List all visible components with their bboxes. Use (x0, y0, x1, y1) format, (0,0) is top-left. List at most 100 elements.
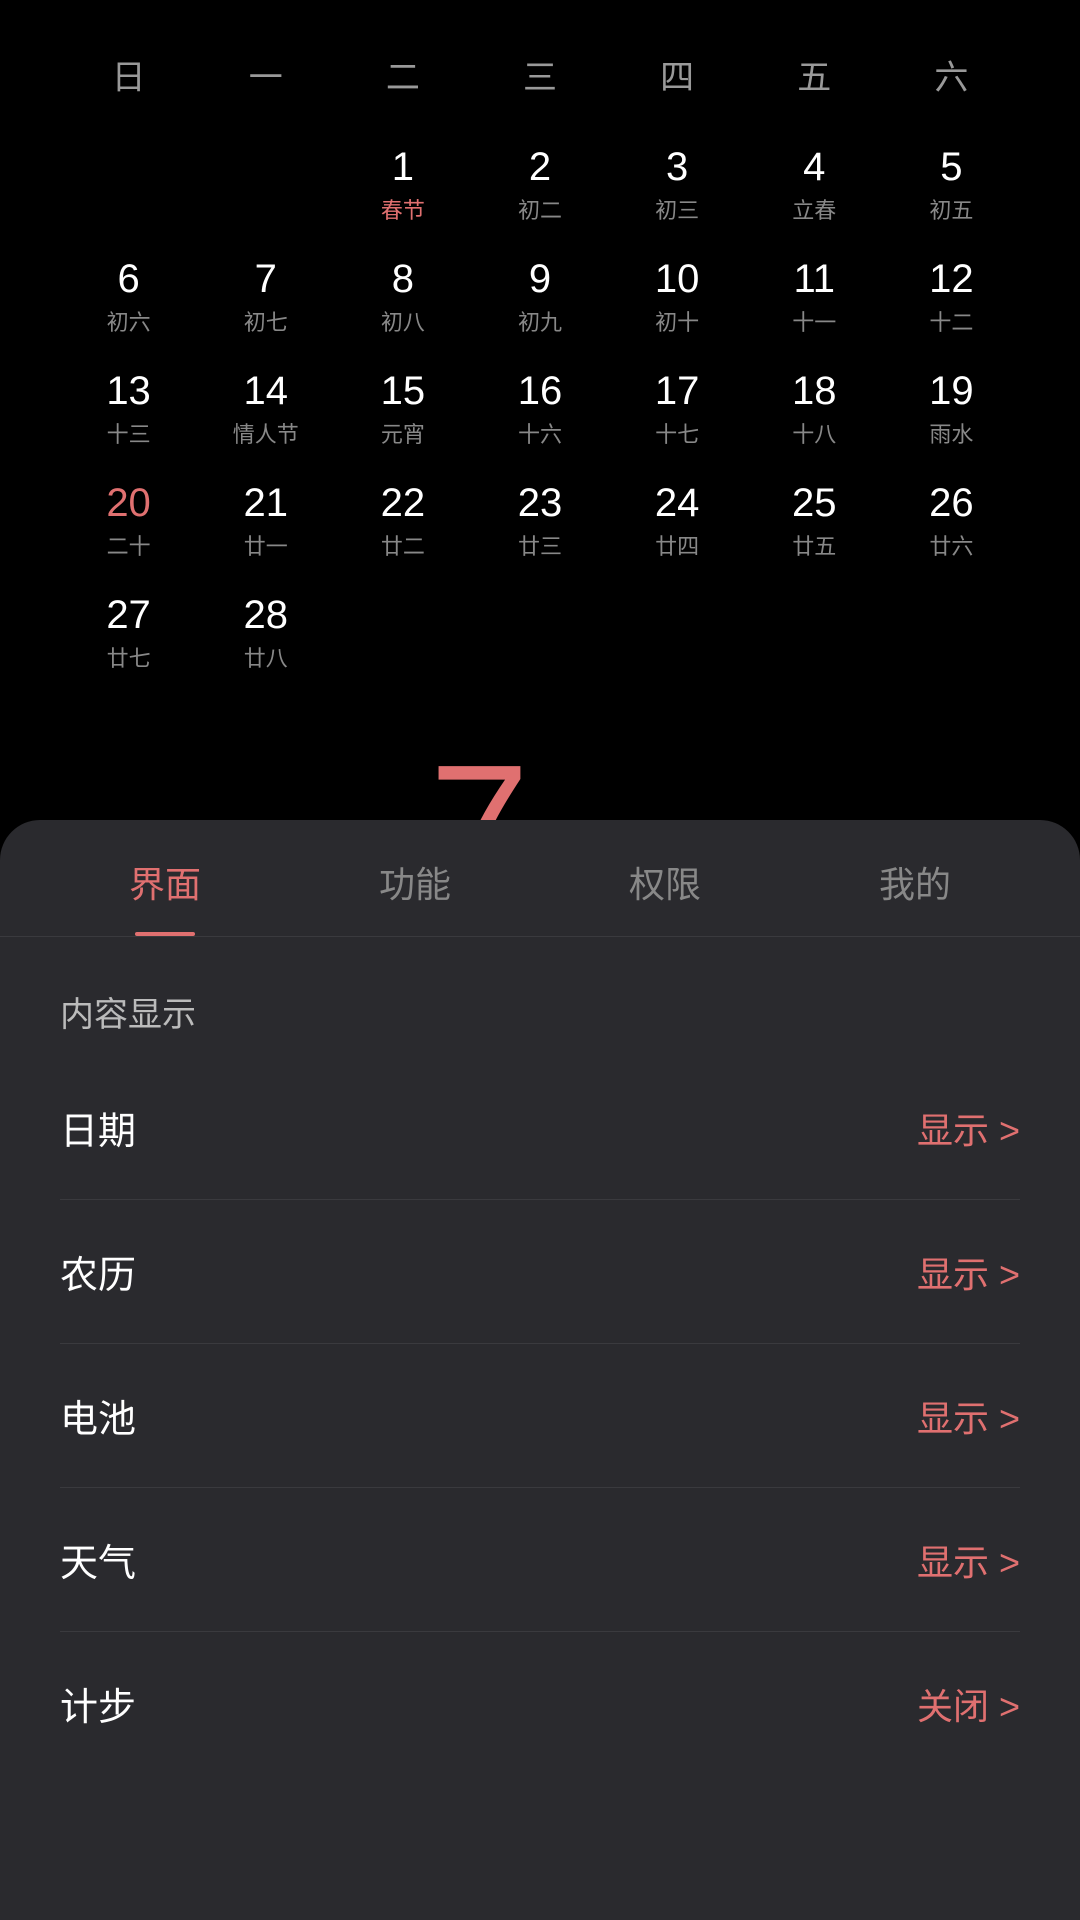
lunar-label: 十二 (929, 305, 973, 337)
lunar-label: 立春 (792, 193, 836, 225)
day-number: 15 (381, 369, 426, 413)
day-number: 5 (940, 145, 962, 189)
calendar-cell[interactable]: 25廿五 (746, 465, 883, 577)
calendar-header: 日一二三四五六 (60, 40, 1020, 109)
lunar-label: 廿四 (655, 529, 699, 561)
calendar-cell[interactable]: 1 春节 (334, 129, 471, 241)
day-number: 20 (106, 481, 151, 525)
day-number: 28 (243, 593, 288, 637)
calendar-cell[interactable]: 22廿二 (334, 465, 471, 577)
lunar-label: 情人节 (233, 417, 299, 449)
calendar-cell[interactable]: 18 十八 (746, 353, 883, 465)
calendar-header-cell: 六 (883, 40, 1020, 109)
settings-item-value[interactable]: 显示 > (917, 1390, 1020, 1442)
day-number: 6 (117, 257, 139, 301)
settings-item-label: 日期 (60, 1100, 136, 1155)
settings-item[interactable]: 农历 显示 > (60, 1200, 1020, 1344)
day-number: 1 (392, 145, 414, 189)
settings-item-value[interactable]: 显示 > (917, 1246, 1020, 1298)
lunar-label: 二十 (107, 529, 151, 561)
lunar-label: 初五 (929, 193, 973, 225)
calendar-cell[interactable]: 7初七 (197, 241, 334, 353)
calendar-cell[interactable]: 20 二十 (60, 465, 197, 577)
day-number: 25 (792, 481, 837, 525)
bottom-panel: 界面功能权限我的 内容显示 日期显示 >农历显示 >电池显示 >天气显示 >计步… (0, 820, 1080, 1920)
lunar-label: 雨水 (929, 417, 973, 449)
lunar-label: 初十 (655, 305, 699, 337)
calendar-header-cell: 一 (197, 40, 334, 109)
calendar-cell[interactable]: 6 初六 (60, 241, 197, 353)
settings-item-value[interactable]: 关闭 > (917, 1678, 1020, 1730)
calendar-header-cell: 四 (609, 40, 746, 109)
settings-item-label: 电池 (60, 1388, 136, 1443)
calendar-cell[interactable]: 19 雨水 (883, 353, 1020, 465)
lunar-label: 十一 (792, 305, 836, 337)
section-label: 内容显示 (0, 937, 1080, 1056)
calendar-cell[interactable]: 24廿四 (609, 465, 746, 577)
calendar-cell[interactable]: 28 廿八 (197, 577, 334, 689)
calendar-cell[interactable]: 27廿七 (60, 577, 197, 689)
calendar-cell[interactable]: 26 廿六 (883, 465, 1020, 577)
day-number: 7 (255, 257, 277, 301)
lunar-label: 廿八 (244, 641, 288, 673)
day-number: 3 (666, 145, 688, 189)
settings-item-label: 天气 (60, 1532, 136, 1587)
calendar-cell[interactable]: 3初三 (609, 129, 746, 241)
lunar-label: 十六 (518, 417, 562, 449)
day-number: 16 (518, 369, 563, 413)
day-number: 18 (792, 369, 837, 413)
settings-item-value[interactable]: 显示 > (917, 1102, 1020, 1154)
calendar-section: 日一二三四五六 1春节2初二3初三4立春5初五6初六7初七8初八9初九10初十1… (0, 0, 1080, 709)
calendar-cell[interactable]: 2初二 (471, 129, 608, 241)
day-number: 17 (655, 369, 700, 413)
lunar-label: 初八 (381, 305, 425, 337)
calendar-cell[interactable]: 13十三 (60, 353, 197, 465)
calendar-cell[interactable]: 10 初十 (609, 241, 746, 353)
settings-item-label: 计步 (60, 1676, 136, 1731)
tab-item-我的[interactable]: 我的 (790, 820, 1040, 936)
calendar-cell[interactable]: 8初八 (334, 241, 471, 353)
calendar-cell[interactable]: 17 十七 (609, 353, 746, 465)
calendar-cell[interactable]: 5 初五 (883, 129, 1020, 241)
calendar-cell[interactable]: 23廿三 (471, 465, 608, 577)
lunar-label: 十三 (107, 417, 151, 449)
calendar-cell[interactable]: 16 十六 (471, 353, 608, 465)
lunar-label: 廿一 (244, 529, 288, 561)
day-number: 26 (929, 481, 974, 525)
calendar-cell[interactable]: 4 立春 (746, 129, 883, 241)
settings-list: 日期显示 >农历显示 >电池显示 >天气显示 >计步关闭 > (0, 1056, 1080, 1775)
day-number: 4 (803, 145, 825, 189)
calendar-cell[interactable]: 14 情人节 (197, 353, 334, 465)
settings-item-value[interactable]: 显示 > (917, 1534, 1020, 1586)
lunar-label: 元宵 (381, 417, 425, 449)
calendar-header-cell: 五 (746, 40, 883, 109)
settings-item[interactable]: 日期 显示 > (60, 1056, 1020, 1200)
tab-item-界面[interactable]: 界面 (40, 820, 290, 936)
day-number: 10 (655, 257, 700, 301)
lunar-label: 十七 (655, 417, 699, 449)
calendar-cell[interactable]: 21 廿一 (197, 465, 334, 577)
day-number: 27 (106, 593, 151, 637)
lunar-label: 春节 (381, 193, 425, 225)
calendar-cell[interactable]: 11十一 (746, 241, 883, 353)
settings-item[interactable]: 电池 显示 > (60, 1344, 1020, 1488)
calendar-grid: 1春节2初二3初三4立春5初五6初六7初七8初八9初九10初十11十一12十二1… (60, 129, 1020, 689)
lunar-label: 廿六 (929, 529, 973, 561)
calendar-cell[interactable]: 9初九 (471, 241, 608, 353)
lunar-label: 十八 (792, 417, 836, 449)
day-number: 14 (243, 369, 288, 413)
tab-item-权限[interactable]: 权限 (540, 820, 790, 936)
calendar-cell[interactable]: 12 十二 (883, 241, 1020, 353)
day-number: 19 (929, 369, 974, 413)
calendar-header-cell: 三 (471, 40, 608, 109)
day-number: 21 (243, 481, 288, 525)
day-number: 22 (381, 481, 426, 525)
settings-item-label: 农历 (60, 1244, 136, 1299)
settings-item[interactable]: 计步 关闭 > (60, 1632, 1020, 1775)
settings-item[interactable]: 天气 显示 > (60, 1488, 1020, 1632)
tab-item-功能[interactable]: 功能 (290, 820, 540, 936)
calendar-cell[interactable]: 15 元宵 (334, 353, 471, 465)
day-number: 12 (929, 257, 974, 301)
lunar-label: 初九 (518, 305, 562, 337)
lunar-label: 初六 (107, 305, 151, 337)
